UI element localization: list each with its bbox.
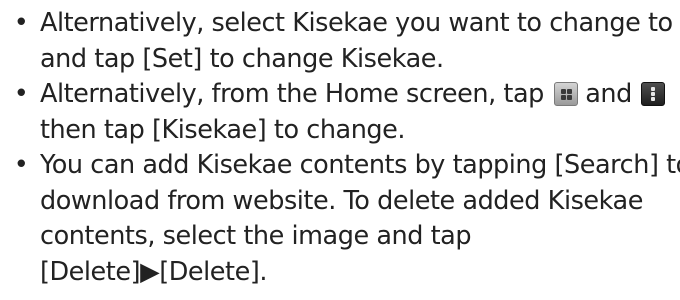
note-text-line: You can add Kisekae contents by tapping … [40, 150, 680, 180]
bullet-icon: • [13, 150, 29, 180]
note-text-segment: Alternatively, from the Home screen, tap [40, 79, 552, 109]
note-text-line: and tap [Set] to change Kisekae. [40, 43, 444, 74]
bullet-icon: • [13, 79, 29, 109]
note-text-line: Alternatively, from the Home screen, tap… [40, 77, 680, 113]
menu-icon [641, 82, 666, 106]
notes-list: • Alternatively, select Kisekae you want… [0, 6, 680, 290]
note-text-line: Alternatively, select Kisekae you want t… [40, 8, 673, 38]
note-item-home-screen: • Alternatively, from the Home screen, t… [0, 77, 680, 148]
note-item-set-kisekae: • Alternatively, select Kisekae you want… [0, 6, 680, 77]
note-text-line: [Delete]▶[Delete]. [40, 256, 267, 287]
note-text-segment: and [577, 79, 640, 109]
note-text-line: download from website. To delete added K… [40, 185, 643, 216]
note-text-line: then tap [Kisekae] to change. [40, 114, 406, 145]
note-item-add-delete-contents: • You can add Kisekae contents by tappin… [0, 148, 680, 290]
apps-grid-icon [553, 82, 578, 106]
bullet-icon: • [13, 8, 29, 38]
note-text-line: contents, select the image and tap [40, 221, 472, 251]
